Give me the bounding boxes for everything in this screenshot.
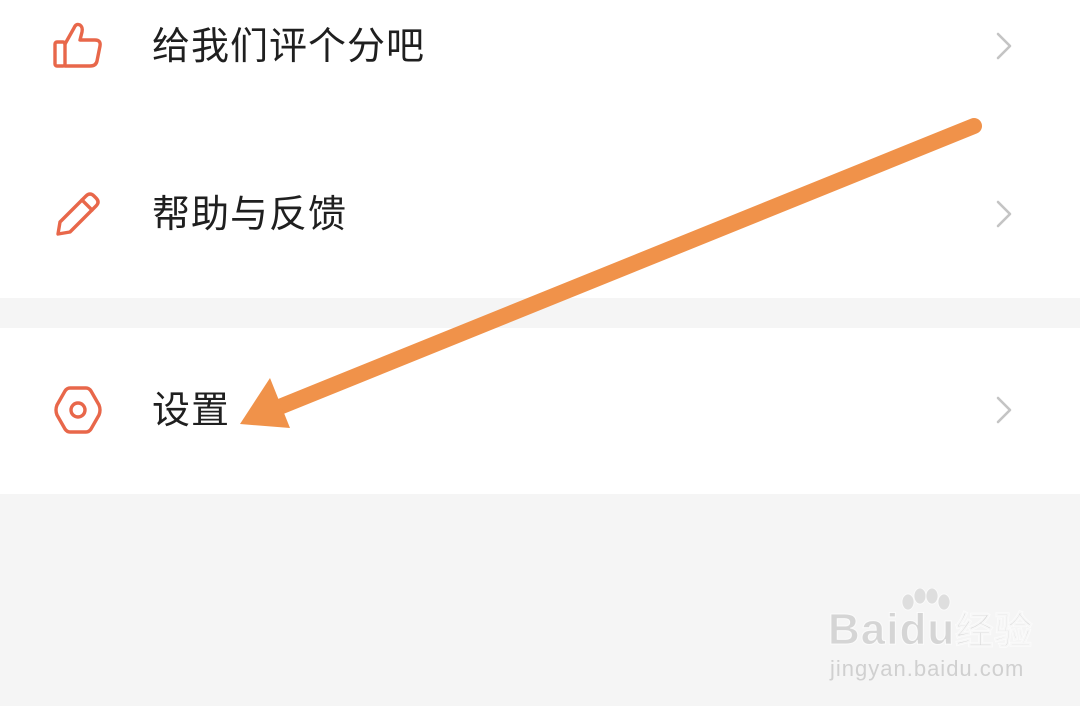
menu-item-settings[interactable]: 设置 bbox=[0, 350, 1080, 470]
chevron-right-icon bbox=[984, 390, 1024, 430]
menu-item-help[interactable]: 帮助与反馈 bbox=[0, 154, 1080, 274]
chevron-right-icon bbox=[984, 26, 1024, 66]
menu-item-label: 给我们评个分吧 bbox=[152, 24, 426, 68]
menu-item-label: 设置 bbox=[152, 388, 231, 432]
menu-item-rate[interactable]: 给我们评个分吧 bbox=[0, 0, 1080, 106]
chevron-right-icon bbox=[984, 194, 1024, 234]
watermark-logo: Baidu经验 bbox=[827, 605, 1034, 654]
baidu-watermark: Baidu经验 jingyan.baidu.com bbox=[824, 588, 1034, 688]
menu-item-label: 帮助与反馈 bbox=[152, 192, 348, 236]
menu-group-primary: 给我们评个分吧 帮助与反馈 bbox=[0, 0, 1080, 298]
thumbs-up-icon bbox=[48, 16, 108, 76]
gear-icon bbox=[48, 380, 108, 440]
menu-group-settings: 设置 bbox=[0, 328, 1080, 494]
watermark-url: jingyan.baidu.com bbox=[830, 656, 1025, 681]
pencil-icon bbox=[48, 184, 108, 244]
